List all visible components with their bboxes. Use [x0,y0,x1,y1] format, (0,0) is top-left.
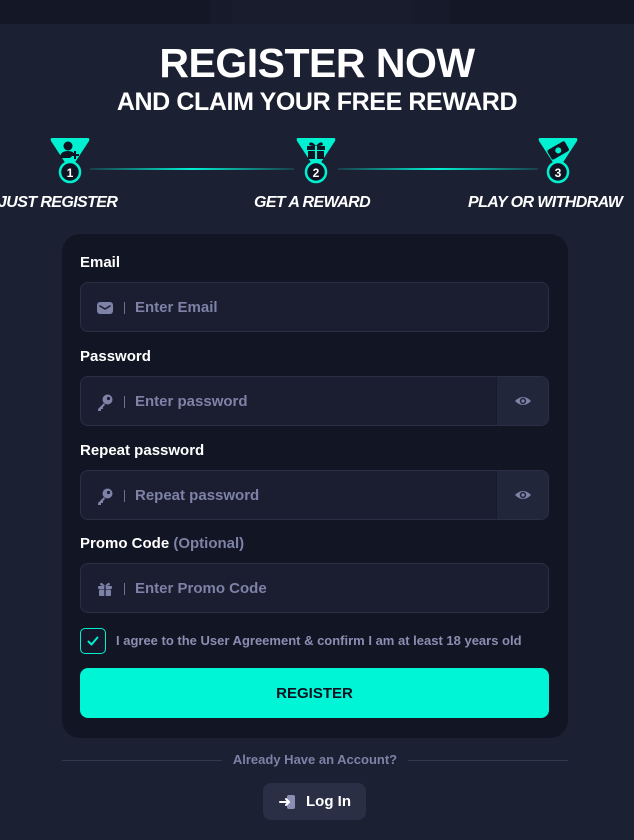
login-button[interactable]: Log In [263,783,366,820]
email-field-wrap [80,282,549,332]
repeat-password-field-wrap [80,470,549,520]
top-bar-segment [450,0,634,24]
top-bar [0,0,634,24]
page-title: REGISTER NOW [159,40,475,86]
step-3-label: PLAY OR WITHDRAW [468,194,623,211]
eye-icon [514,397,531,405]
step-1-label: JUST REGISTER [0,194,118,211]
divider-line [408,760,568,761]
promo-optional-text: (Optional) [173,535,245,552]
login-divider: Already Have an Account? [62,752,568,768]
key-icon [95,392,115,412]
agree-checkbox[interactable] [80,628,106,654]
field-separator [124,490,125,502]
agreement-row: I agree to the User Agreement & confirm … [80,628,550,654]
step-1-badge: 1 [48,136,92,188]
key-icon [95,486,115,506]
mail-icon [95,298,115,318]
step-2-badge: 2 [294,136,338,188]
email-label: Email [80,254,121,271]
field-separator [124,396,125,408]
top-bar-segment [0,0,210,24]
promo-label-text: Promo Code [80,535,170,552]
step-connector [90,168,294,170]
password-input[interactable] [135,377,495,425]
gift-icon [95,579,115,599]
login-icon [279,794,295,809]
svg-text:2: 2 [313,166,320,180]
register-button[interactable]: REGISTER [80,668,549,718]
field-separator [124,583,125,595]
field-separator [124,302,125,314]
promo-label: Promo Code (Optional) [80,535,244,552]
password-label: Password [80,348,151,365]
promo-field-wrap [80,563,549,613]
password-field-wrap [80,376,549,426]
toggle-password-visibility[interactable] [496,377,548,425]
check-icon [87,636,99,646]
top-bar-segment [232,0,412,24]
eye-icon [514,491,531,499]
toggle-repeat-password-visibility[interactable] [496,471,548,519]
repeat-password-input[interactable] [135,471,495,519]
svg-text:3: 3 [555,166,562,180]
agreement-text: I agree to the User Agreement & confirm … [116,633,522,648]
svg-text:1: 1 [67,166,74,180]
email-input[interactable] [135,283,495,331]
register-form: Email Password [62,234,568,738]
repeat-password-label: Repeat password [80,442,205,459]
login-label: Log In [306,793,351,810]
step-connector [338,168,538,170]
step-3-badge: 3 [536,136,580,188]
page-subtitle: AND CLAIM YOUR FREE REWARD [116,88,518,116]
steps-progress: 1 JUST REGISTER 2 GET A REWARD 3 PLAY OR… [0,136,634,216]
step-2-label: GET A REWARD [254,194,371,211]
promo-code-input[interactable] [135,564,495,612]
